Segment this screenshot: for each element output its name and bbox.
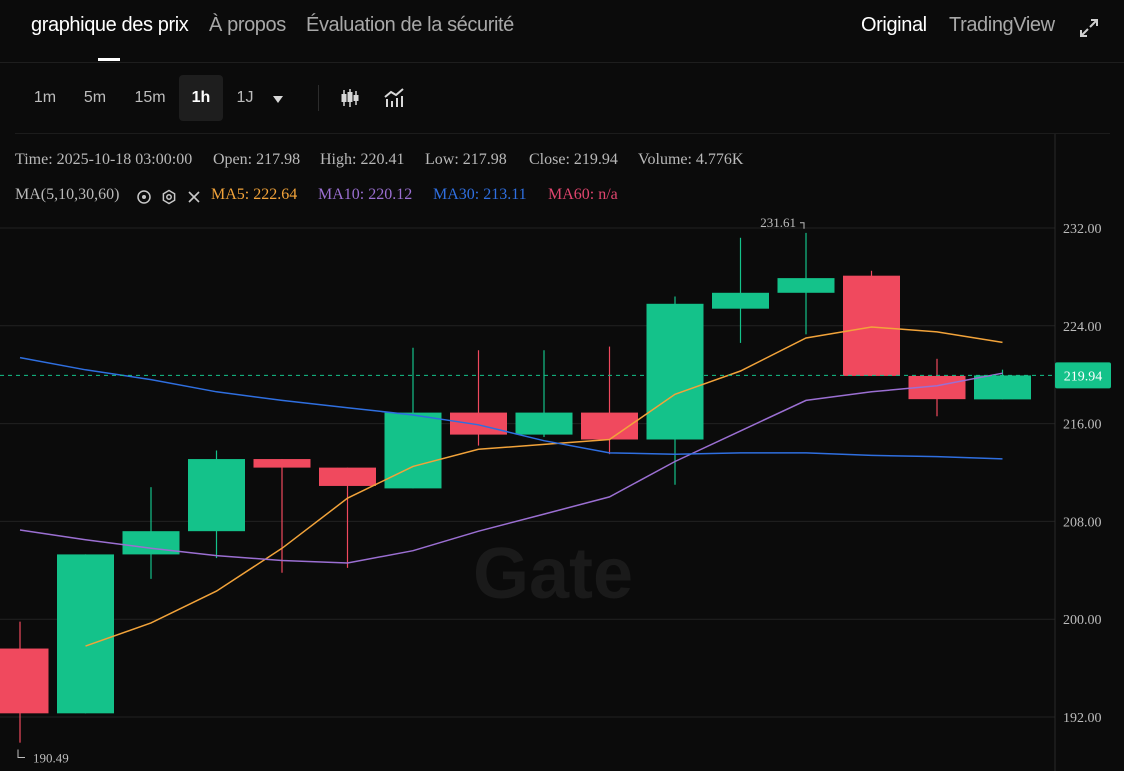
candle-body <box>57 554 114 714</box>
info-volume: Volume: 4.776K <box>638 151 744 168</box>
candle-body <box>974 375 1031 400</box>
ma10-value: MA10: 220.12 <box>318 186 413 203</box>
tab-security-rating[interactable]: Évaluation de la sécurité <box>306 14 514 37</box>
ma5-value: MA5: 222.64 <box>211 186 298 203</box>
ma60-value: MA60: n/a <box>548 186 618 203</box>
y-tick-label: 208.00 <box>1063 515 1102 530</box>
chart-top-divider <box>15 133 1110 134</box>
tab-about[interactable]: À propos <box>209 14 286 37</box>
tab-price-chart[interactable]: graphique des prix <box>31 14 189 37</box>
candle-body <box>384 412 442 489</box>
tab-bar: graphique des prix À propos Évaluation d… <box>0 0 1124 62</box>
candle-body <box>777 278 835 293</box>
candle-body <box>0 648 49 714</box>
close-icon[interactable] <box>186 189 202 205</box>
candle-body <box>253 459 311 468</box>
y-tick-label: 192.00 <box>1063 711 1102 726</box>
low-annotation: 190.49 <box>33 750 69 765</box>
active-tab-underline <box>98 58 120 61</box>
header-divider <box>0 62 1124 63</box>
timeframe-1m[interactable]: 1m <box>22 75 68 121</box>
info-close: Close: 219.94 <box>529 151 618 168</box>
last-price-label: 219.94 <box>1064 369 1103 384</box>
y-tick-label: 232.00 <box>1063 222 1102 237</box>
candle-body <box>646 303 704 440</box>
candle-body <box>450 412 507 435</box>
candlestick-type-icon[interactable] <box>339 87 361 109</box>
expand-icon[interactable] <box>1079 18 1099 38</box>
candle-body <box>188 459 245 532</box>
timeframe-toolbar: 1m 5m 15m 1h 1J <box>0 75 1124 121</box>
y-tick-label: 224.00 <box>1063 320 1102 335</box>
timeframe-15m[interactable]: 15m <box>124 75 176 121</box>
timeframe-5m[interactable]: 5m <box>72 75 118 121</box>
y-tick-label: 216.00 <box>1063 418 1102 433</box>
y-tick-label: 200.00 <box>1063 613 1102 628</box>
info-low: Low: 217.98 <box>425 151 507 168</box>
original-chart-toggle[interactable]: Original <box>861 14 927 37</box>
info-high: High: 220.41 <box>320 151 405 168</box>
candle-body <box>712 292 769 309</box>
timeframe-1h[interactable]: 1h <box>179 75 223 121</box>
candle-body <box>515 412 573 435</box>
high-annotation: 231.61 <box>760 215 796 230</box>
candle-body <box>319 467 376 486</box>
toolbar-separator <box>318 85 319 111</box>
info-time: Time: 2025-10-18 03:00:00 <box>15 151 193 168</box>
timeframe-1d[interactable]: 1J <box>225 75 265 121</box>
chevron-down-icon[interactable] <box>270 93 286 105</box>
gate-watermark: Gate <box>473 534 633 614</box>
candle-body <box>843 275 900 376</box>
indicators-icon[interactable] <box>383 87 405 109</box>
low-annotation-marker <box>17 749 25 758</box>
visibility-icon[interactable] <box>136 189 152 205</box>
ma-indicator-label: MA(5,10,30,60) <box>15 186 120 203</box>
candlestick-chart[interactable]: 232.00 224.00 216.00 208.00 200.00 192.00 Gate… <box>0 133 1124 771</box>
tradingview-chart-toggle[interactable]: TradingView <box>949 14 1055 37</box>
settings-icon[interactable] <box>161 189 177 205</box>
info-open: Open: 217.98 <box>213 151 301 168</box>
ma30-value: MA30: 213.11 <box>433 186 527 203</box>
